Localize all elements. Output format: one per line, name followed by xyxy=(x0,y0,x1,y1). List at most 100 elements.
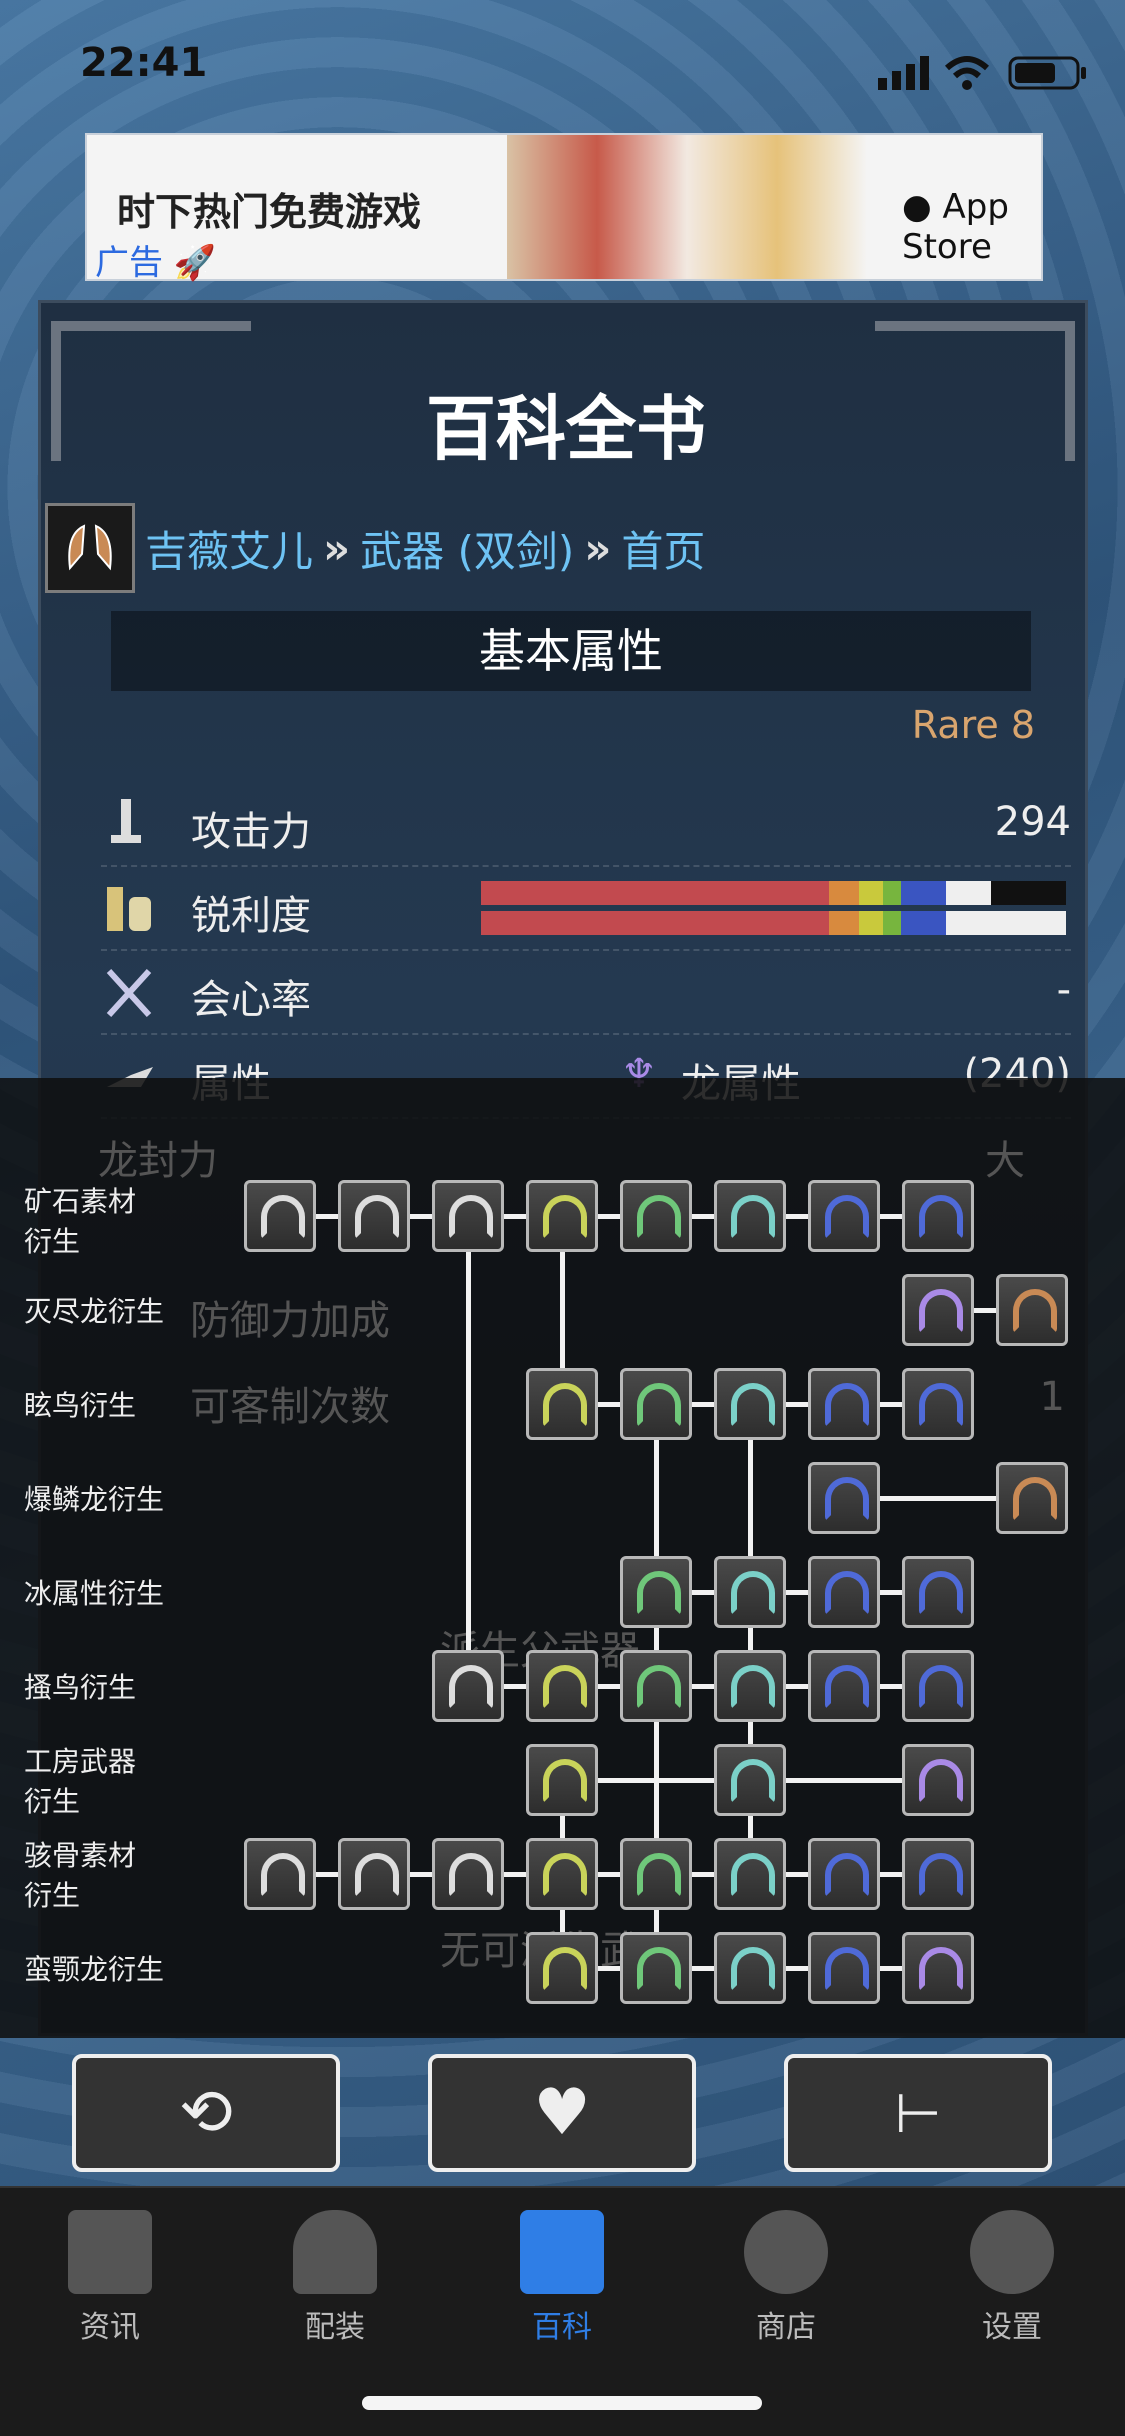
tree-weapon-node[interactable] xyxy=(526,1744,598,1816)
tree-weapon-node[interactable] xyxy=(808,1650,880,1722)
dual-blades-icon xyxy=(543,1665,587,1709)
tree-weapon-node[interactable] xyxy=(432,1838,504,1910)
history-button[interactable]: ⟲ xyxy=(72,2054,340,2172)
dual-blades-icon xyxy=(449,1195,493,1239)
tree-weapon-node[interactable] xyxy=(902,1838,974,1910)
tree-weapon-node[interactable] xyxy=(902,1932,974,2004)
tree-weapon-node[interactable] xyxy=(996,1274,1068,1346)
tree-label: 眩鸟衍生 xyxy=(24,1389,137,1422)
dual-blades-icon xyxy=(919,1195,963,1239)
tree-weapon-node[interactable] xyxy=(432,1650,504,1722)
tab-shop[interactable]: 商店 xyxy=(716,2210,856,2346)
tree-weapon-node[interactable] xyxy=(902,1180,974,1252)
tree-weapon-node[interactable] xyxy=(338,1180,410,1252)
tree-weapon-node[interactable] xyxy=(244,1180,316,1252)
dual-blades-icon xyxy=(825,1665,869,1709)
dual-blades-icon xyxy=(825,1947,869,1991)
breadcrumb-home[interactable]: 首页 xyxy=(621,518,705,579)
tree-view-button[interactable]: ⊢ xyxy=(784,2054,1052,2172)
sharpness-segment xyxy=(859,911,883,935)
tree-weapon-node[interactable] xyxy=(808,1932,880,2004)
tree-weapon-node[interactable] xyxy=(808,1838,880,1910)
dual-blades-icon xyxy=(637,1853,681,1897)
tree-weapon-node[interactable] xyxy=(902,1744,974,1816)
tree-weapon-node[interactable] xyxy=(526,1368,598,1440)
stat-value-custom: 1 xyxy=(1039,1374,1065,1420)
stat-label-custom: 可客制次数 xyxy=(190,1384,390,1430)
tree-weapon-node[interactable] xyxy=(808,1462,880,1534)
tree-label: 冰属性衍生 xyxy=(24,1577,165,1610)
dual-blades-icon xyxy=(825,1477,869,1521)
tree-weapon-node[interactable] xyxy=(620,1556,692,1628)
tree-weapon-node[interactable] xyxy=(902,1650,974,1722)
tree-weapon-node[interactable] xyxy=(808,1556,880,1628)
sharpness-segment xyxy=(883,911,901,935)
tree-weapon-node[interactable] xyxy=(620,1368,692,1440)
dual-blades-icon xyxy=(355,1195,399,1239)
tree-weapon-node[interactable] xyxy=(526,1838,598,1910)
tree-weapon-node[interactable] xyxy=(620,1180,692,1252)
tree-connector xyxy=(466,1216,471,1686)
tree-weapon-node[interactable] xyxy=(526,1932,598,2004)
ad-headline: 时下热门免费游戏 xyxy=(117,190,422,234)
tree-weapon-node[interactable] xyxy=(432,1180,504,1252)
ad-banner[interactable]: 时下热门免费游戏 广告 🚀 ● App Store xyxy=(85,133,1043,283)
tree-weapon-node[interactable] xyxy=(902,1368,974,1440)
stat-row-sharpness: 锐利度 xyxy=(101,867,1071,951)
tree-weapon-node[interactable] xyxy=(714,1180,786,1252)
tree-weapon-node[interactable] xyxy=(714,1368,786,1440)
tree-weapon-node[interactable] xyxy=(526,1650,598,1722)
tree-label: 工房武器 衍生 xyxy=(24,1745,137,1818)
tree-weapon-node[interactable] xyxy=(714,1838,786,1910)
signal-icon xyxy=(878,56,929,90)
tree-weapon-node[interactable] xyxy=(714,1556,786,1628)
tree-weapon-node[interactable] xyxy=(996,1462,1068,1534)
tab-settings[interactable]: 设置 xyxy=(942,2210,1082,2346)
tree-weapon-node[interactable] xyxy=(338,1838,410,1910)
dual-blades-icon xyxy=(731,1853,775,1897)
section-header: 基本属性 xyxy=(111,611,1031,691)
tree-weapon-node[interactable] xyxy=(244,1838,316,1910)
page-title: 百科全书 xyxy=(426,388,706,470)
breadcrumb-weapon-name[interactable]: 吉薇艾儿 xyxy=(145,518,313,579)
breadcrumb-category[interactable]: 武器 (双剑) xyxy=(360,518,574,579)
dual-blades-icon xyxy=(731,1947,775,1991)
tree-weapon-node[interactable] xyxy=(808,1368,880,1440)
sharpness-segment xyxy=(481,881,829,905)
sharpness-row xyxy=(481,911,1081,935)
tree-weapon-node[interactable] xyxy=(620,1932,692,2004)
dual-blades-icon xyxy=(449,1853,493,1897)
encyclopedia-icon xyxy=(520,2210,604,2294)
tree-weapon-node[interactable] xyxy=(620,1838,692,1910)
tab-loadout[interactable]: 配装 xyxy=(265,2210,405,2346)
tree-weapon-node[interactable] xyxy=(714,1932,786,2004)
tree-weapon-node[interactable] xyxy=(714,1744,786,1816)
sharpness-bar xyxy=(481,881,1081,937)
tree-connector xyxy=(656,1590,938,1595)
crossed-swords-icon xyxy=(106,968,152,1018)
clock: 22:41 xyxy=(80,40,208,86)
sharpness-segment xyxy=(901,911,946,935)
dual-blades-icon xyxy=(731,1665,775,1709)
tree-weapon-node[interactable] xyxy=(526,1180,598,1252)
stat-row-attack: 攻击力 294 xyxy=(101,783,1071,867)
sharpness-segment xyxy=(829,881,859,905)
weapon-thumbnail-icon xyxy=(45,503,135,593)
tab-bar: 资讯 配装 百科 商店 设置 xyxy=(0,2186,1125,2436)
gear-icon xyxy=(970,2210,1054,2294)
tree-weapon-node[interactable] xyxy=(902,1274,974,1346)
tab-news[interactable]: 资讯 xyxy=(40,2210,180,2346)
tree-weapon-node[interactable] xyxy=(620,1650,692,1722)
tree-weapon-node[interactable] xyxy=(714,1650,786,1722)
tree-weapon-node[interactable] xyxy=(808,1180,880,1252)
tree-weapon-node[interactable] xyxy=(902,1556,974,1628)
favorite-button[interactable]: ♥ xyxy=(428,2054,696,2172)
dual-blades-icon xyxy=(637,1947,681,1991)
tab-encyclopedia[interactable]: 百科 xyxy=(492,2210,632,2346)
sharpness-segment xyxy=(883,881,901,905)
status-bar: 22:41 xyxy=(0,0,1125,130)
whetstone-icon xyxy=(107,887,151,931)
rarity-label: Rare 8 xyxy=(911,703,1035,747)
breadcrumb-separator: » xyxy=(584,523,612,573)
stat-row-affinity: 会心率 - xyxy=(101,951,1071,1035)
